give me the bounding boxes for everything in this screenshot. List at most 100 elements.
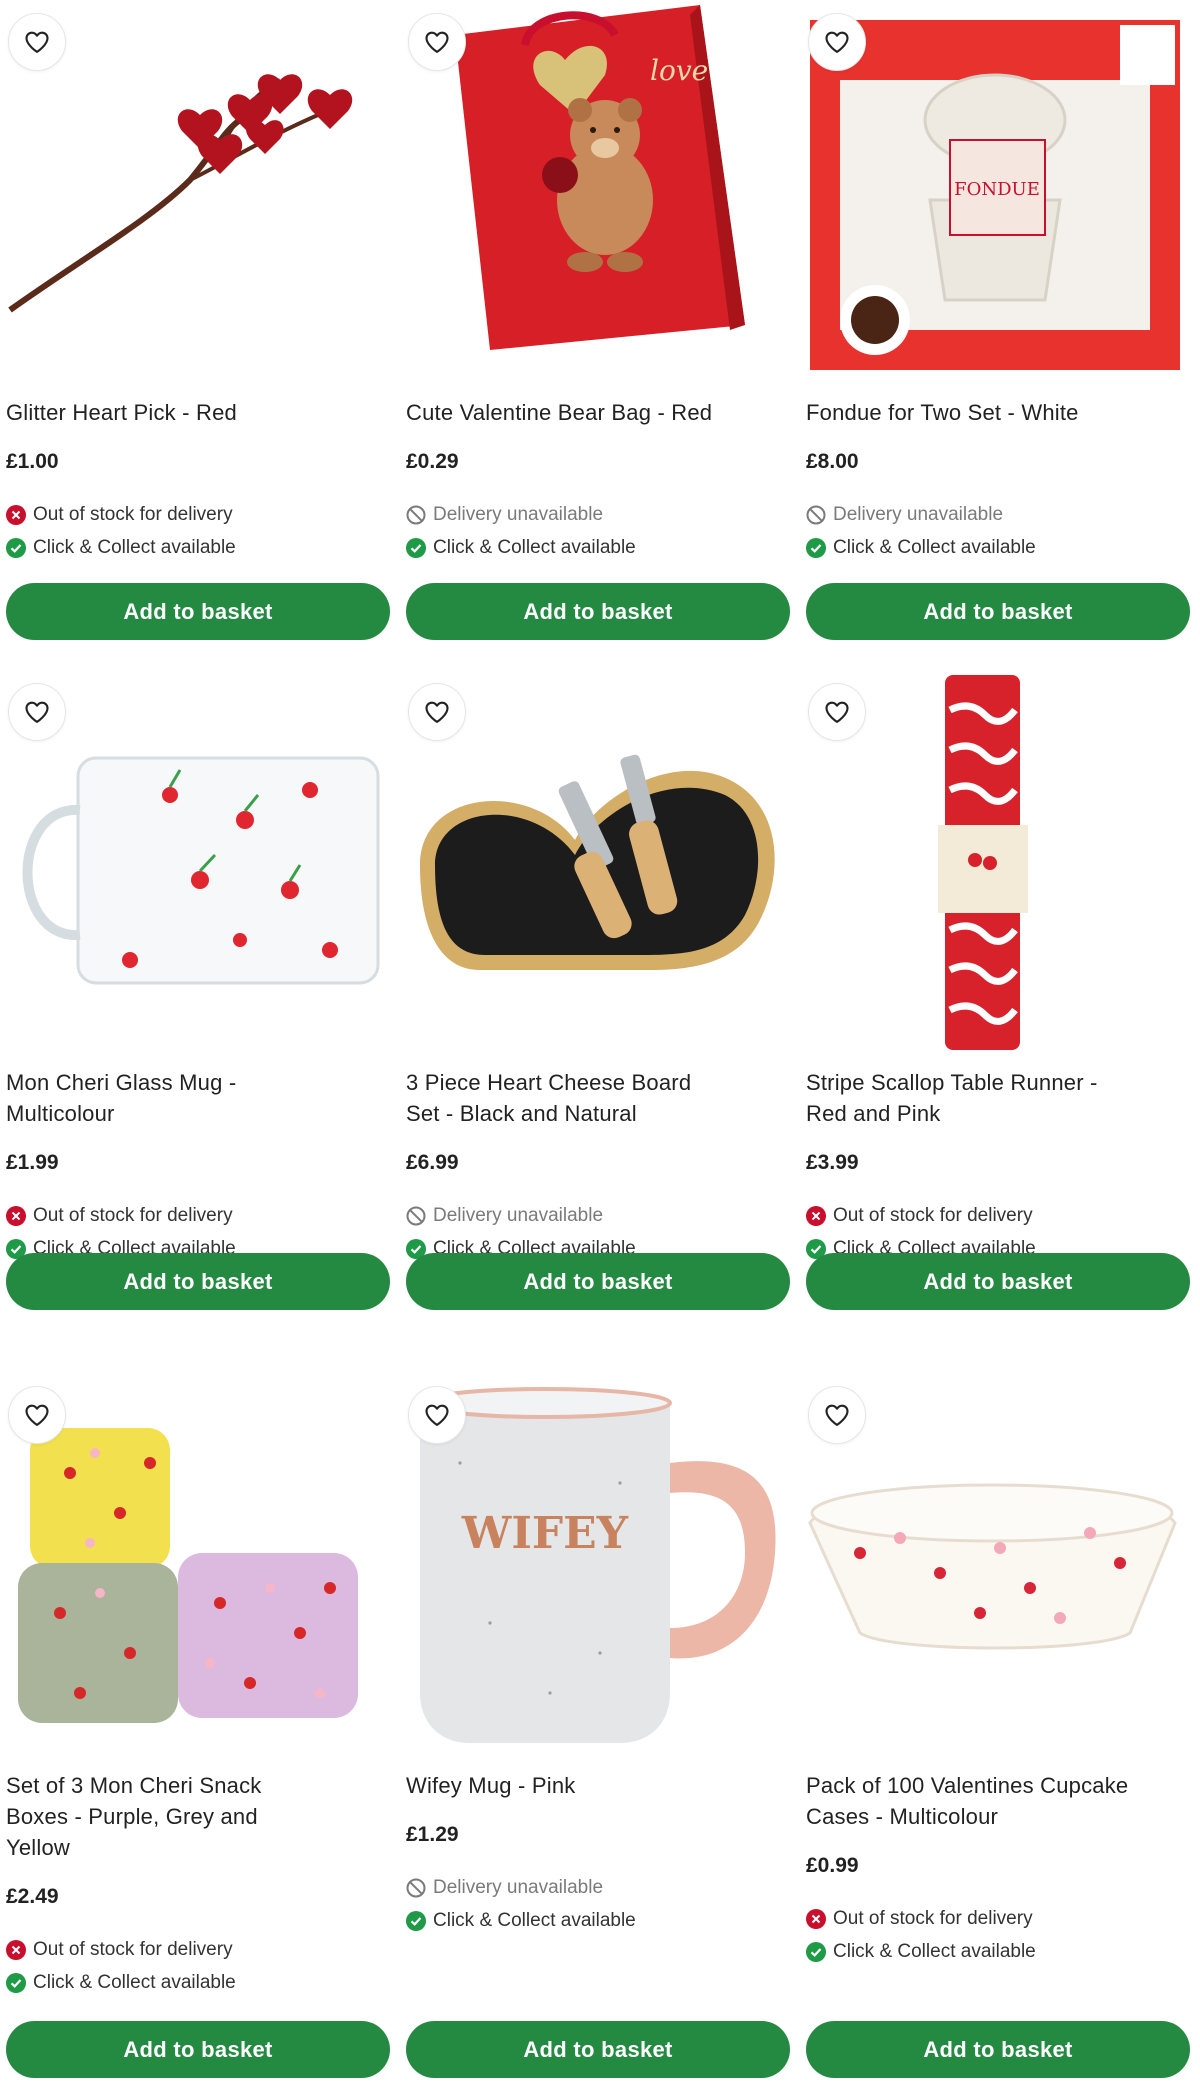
product-title-line: Boxes - Purple, Grey and	[6, 1804, 258, 1829]
no-entry-icon	[406, 1206, 426, 1226]
x-circle-icon	[806, 1909, 826, 1929]
no-entry-icon	[806, 505, 826, 525]
heart-outline-icon	[423, 1401, 451, 1429]
delivery-status: Out of stock for delivery	[806, 1205, 1033, 1227]
svg-text:love: love	[650, 54, 708, 87]
product-title-line: Mon Cheri Glass Mug -	[6, 1070, 237, 1095]
delivery-status: Out of stock for delivery	[6, 1939, 233, 1961]
product-title[interactable]: Set of 3 Mon Cheri Snack Boxes - Purple, …	[6, 1770, 366, 1863]
collect-status: Click & Collect available	[406, 1910, 636, 1932]
favourite-button[interactable]	[8, 13, 66, 71]
svg-text:FONDUE: FONDUE	[954, 179, 1040, 200]
delivery-status-text: Out of stock for delivery	[833, 1205, 1033, 1226]
collect-status-text: Click & Collect available	[33, 537, 236, 558]
product-title[interactable]: 3 Piece Heart Cheese Board Set - Black an…	[406, 1067, 766, 1129]
heart-outline-icon	[823, 28, 851, 56]
heart-outline-icon	[23, 28, 51, 56]
favourite-button[interactable]	[408, 1386, 466, 1444]
collect-status-text: Click & Collect available	[433, 537, 636, 558]
heart-outline-icon	[823, 698, 851, 726]
collect-status-text: Click & Collect available	[833, 1941, 1036, 1962]
heart-outline-icon	[23, 698, 51, 726]
add-to-basket-button[interactable]: Add to basket	[406, 1253, 790, 1310]
heart-outline-icon	[823, 1401, 851, 1429]
product-price: £2.49	[6, 1885, 59, 1908]
collect-status-text: Click & Collect available	[433, 1910, 636, 1931]
product-title-line: Red and Pink	[806, 1101, 941, 1126]
add-to-basket-button[interactable]: Add to basket	[806, 2021, 1190, 2078]
collect-status: Click & Collect available	[806, 537, 1036, 559]
product-card: love Cute Valentine Bear Bag - Red £0.29 D…	[400, 0, 790, 670]
product-card: WIFEY Wifey Mug - Pink £1.29 Delivery unav…	[400, 1373, 790, 2078]
product-title[interactable]: Cute Valentine Bear Bag - Red	[406, 397, 766, 428]
check-circle-icon	[6, 538, 26, 558]
delivery-status-text: Out of stock for delivery	[833, 1908, 1033, 1929]
product-price: £8.00	[806, 450, 859, 473]
delivery-status-text: Delivery unavailable	[433, 504, 604, 525]
product-title[interactable]: Pack of 100 Valentines Cupcake Cases - Mu…	[806, 1770, 1166, 1832]
add-to-basket-button[interactable]: Add to basket	[406, 2021, 790, 2078]
product-title-line: Set of 3 Mon Cheri Snack	[6, 1773, 262, 1798]
product-title-line: Wifey Mug - Pink	[406, 1773, 576, 1798]
add-to-basket-button[interactable]: Add to basket	[806, 1253, 1190, 1310]
product-title[interactable]: Stripe Scallop Table Runner - Red and Pin…	[806, 1067, 1166, 1129]
add-to-basket-button[interactable]: Add to basket	[406, 583, 790, 640]
delivery-status: Out of stock for delivery	[6, 1205, 233, 1227]
add-to-basket-button[interactable]: Add to basket	[6, 1253, 390, 1310]
x-circle-icon	[6, 505, 26, 525]
x-circle-icon	[6, 1940, 26, 1960]
product-card: Set of 3 Mon Cheri Snack Boxes - Purple, …	[0, 1373, 390, 2078]
add-to-basket-button[interactable]: Add to basket	[6, 2021, 390, 2078]
product-title-line: Glitter Heart Pick - Red	[6, 400, 237, 425]
heart-outline-icon	[423, 28, 451, 56]
delivery-status-text: Delivery unavailable	[433, 1877, 604, 1898]
collect-status: Click & Collect available	[806, 1941, 1036, 1963]
product-card: FONDUE Fondue for Two Set - White £8.00 De…	[800, 0, 1190, 670]
product-price: £6.99	[406, 1151, 459, 1174]
delivery-status-text: Delivery unavailable	[833, 504, 1004, 525]
product-title-line: Fondue for Two Set - White	[806, 400, 1079, 425]
check-circle-icon	[406, 1911, 426, 1931]
delivery-status: Delivery unavailable	[406, 504, 603, 526]
heart-outline-icon	[23, 1401, 51, 1429]
delivery-status-text: Out of stock for delivery	[33, 1205, 233, 1226]
add-to-basket-button[interactable]: Add to basket	[6, 583, 390, 640]
product-title-line: Multicolour	[6, 1101, 115, 1126]
product-title-line: Pack of 100 Valentines Cupcake	[806, 1773, 1129, 1798]
favourite-button[interactable]	[808, 1386, 866, 1444]
x-circle-icon	[6, 1206, 26, 1226]
product-title[interactable]: Wifey Mug - Pink	[406, 1770, 766, 1801]
product-title-line: 3 Piece Heart Cheese Board	[406, 1070, 692, 1095]
favourite-button[interactable]	[808, 683, 866, 741]
delivery-status: Out of stock for delivery	[6, 504, 233, 526]
check-circle-icon	[806, 1942, 826, 1962]
heart-outline-icon	[423, 698, 451, 726]
product-title-line: Cases - Multicolour	[806, 1804, 999, 1829]
product-title-line: Yellow	[6, 1835, 70, 1860]
delivery-status: Delivery unavailable	[806, 504, 1003, 526]
delivery-status: Delivery unavailable	[406, 1205, 603, 1227]
delivery-status-text: Delivery unavailable	[433, 1205, 604, 1226]
product-price: £0.29	[406, 450, 459, 473]
product-title[interactable]: Glitter Heart Pick - Red	[6, 397, 366, 428]
favourite-button[interactable]	[8, 683, 66, 741]
product-title-line: Set - Black and Natural	[406, 1101, 637, 1126]
add-to-basket-button[interactable]: Add to basket	[806, 583, 1190, 640]
product-card: Stripe Scallop Table Runner - Red and Pin…	[800, 670, 1190, 1340]
collect-status-text: Click & Collect available	[833, 537, 1036, 558]
product-title[interactable]: Fondue for Two Set - White	[806, 397, 1166, 428]
product-card: Pack of 100 Valentines Cupcake Cases - Mu…	[800, 1373, 1190, 2078]
product-grid: Glitter Heart Pick - Red £1.00 Out of stoc…	[0, 0, 1200, 2094]
favourite-button[interactable]	[808, 13, 866, 71]
favourite-button[interactable]	[408, 683, 466, 741]
favourite-button[interactable]	[408, 13, 466, 71]
product-card: Mon Cheri Glass Mug - Multicolour £1.99 Out…	[0, 670, 390, 1340]
mug-print-text: WIFEY	[461, 1508, 629, 1559]
collect-status: Click & Collect available	[6, 1972, 236, 1994]
collect-status-text: Click & Collect available	[33, 1972, 236, 1993]
product-title[interactable]: Mon Cheri Glass Mug - Multicolour	[6, 1067, 366, 1129]
delivery-status-text: Out of stock for delivery	[33, 504, 233, 525]
product-price: £0.99	[806, 1854, 859, 1877]
favourite-button[interactable]	[8, 1386, 66, 1444]
check-circle-icon	[6, 1973, 26, 1993]
